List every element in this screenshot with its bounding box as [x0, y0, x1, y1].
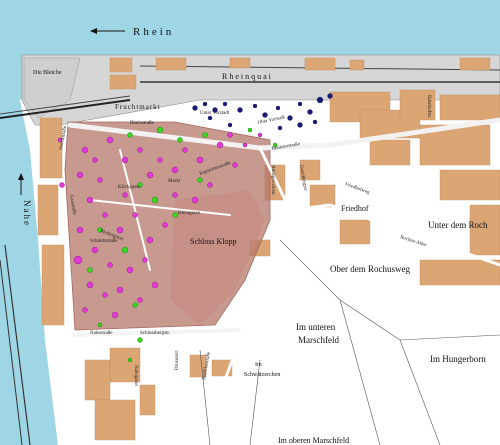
map-svg: Rhein Nahe Die Bleiche Rheinquai Fruchtm… [0, 0, 500, 445]
map-canvas: Rhein Nahe Die Bleiche Rheinquai Fruchtm… [0, 0, 500, 445]
label-nahegasse: Nahegasse [133, 365, 138, 387]
label-rheinstrasse: Rheinstraße [130, 121, 155, 126]
label-nahestrasse: Nahestraße [90, 331, 113, 336]
label-im-schwaetzerchen-1: Im [255, 362, 262, 368]
label-ober-dem-rochusweg: Ober dem Rochusweg [330, 264, 410, 274]
label-kleingasse: Kleingasse [178, 211, 201, 216]
label-im-unteren-marschfeld-1: Im unteren [296, 322, 336, 332]
label-schloss-klopp: Schloss Klopp [190, 237, 236, 246]
label-bahnhofstr: Bahnhofstr. [426, 95, 431, 118]
label-drususstr: Drususstr. [175, 350, 180, 370]
label-im-oberen-marschfeld: Im oberen Marschfeld [278, 436, 349, 445]
label-kirchgasse: Kirchgasse [118, 185, 141, 190]
label-friedhof: Friedhof [341, 204, 369, 213]
label-schmittstrasse: Schmittstraße [90, 239, 118, 244]
label-unter-vorstadt: Unter Vorstadt [200, 111, 230, 116]
label-rhein: Rhein [133, 26, 174, 38]
label-rheinquai: Rheinquai [222, 72, 273, 81]
label-schlossbergstr: Schlossbergstr. [140, 331, 170, 336]
label-im-hungerborn: Im Hungerborn [430, 354, 486, 364]
label-im-unteren-marschfeld-2: Marschfeld [298, 335, 339, 345]
label-im-schwaetzerchen-2: Schwätzerchen [244, 372, 280, 378]
label-die-bleiche: Die Bleiche [33, 70, 62, 76]
label-unter-dem-roch: Unter dem Roch [428, 220, 488, 230]
label-amtsgerichtstr: Amtsgerichtstr. [270, 165, 275, 196]
label-fruchtmarkt: Fruchtmarkt [115, 103, 161, 111]
label-nahe: Nahe [22, 200, 32, 227]
label-markt: Markt [168, 179, 181, 184]
